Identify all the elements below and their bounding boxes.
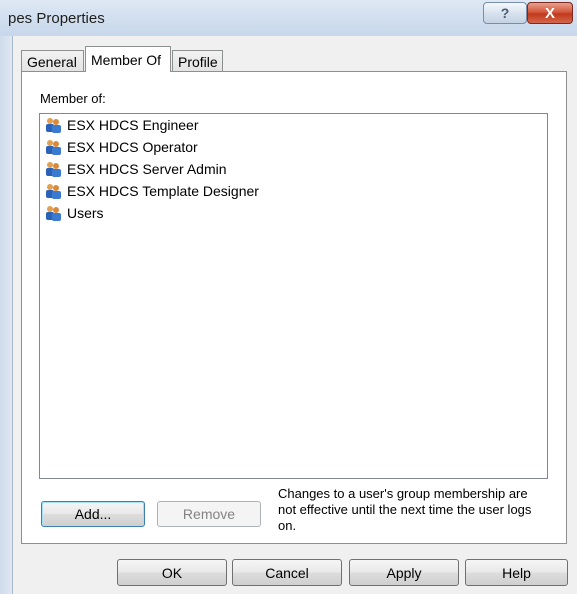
add-button[interactable]: Add... <box>41 501 145 527</box>
group-name: ESX HDCS Template Designer <box>67 183 259 199</box>
group-name: ESX HDCS Engineer <box>67 117 199 133</box>
group-icon <box>46 140 61 155</box>
group-icon <box>46 206 61 221</box>
list-item[interactable]: ESX HDCS Operator <box>40 136 547 158</box>
window-frame <box>0 36 13 594</box>
group-name: Users <box>67 205 104 221</box>
help-dialog-button[interactable]: Help <box>465 559 568 586</box>
tab-general-label: General <box>27 54 77 70</box>
list-item[interactable]: ESX HDCS Engineer <box>40 114 547 136</box>
remove-button[interactable]: Remove <box>157 501 261 527</box>
group-icon <box>46 184 61 199</box>
tab-member-of-label: Member Of <box>91 52 162 68</box>
group-icon <box>46 118 61 133</box>
remove-button-label: Remove <box>182 506 236 522</box>
cancel-button[interactable]: Cancel <box>232 559 342 586</box>
ok-button-label: OK <box>161 564 183 581</box>
add-button-label: Add... <box>74 506 112 522</box>
cancel-button-label: Cancel <box>265 564 309 581</box>
tab-general[interactable]: General <box>21 50 84 72</box>
apply-button[interactable]: Apply <box>349 559 459 586</box>
list-item[interactable]: ESX HDCS Template Designer <box>40 180 547 202</box>
member-of-label: Member of: <box>40 91 106 106</box>
close-icon: X <box>544 4 555 22</box>
help-button[interactable]: ? <box>483 2 527 24</box>
help-button-label: Help <box>502 564 531 581</box>
group-name: ESX HDCS Operator <box>67 139 198 155</box>
list-item[interactable]: ESX HDCS Server Admin <box>40 158 547 180</box>
group-icon <box>46 162 61 177</box>
group-name: ESX HDCS Server Admin <box>67 161 227 177</box>
tab-profile-label: Profile <box>178 54 218 70</box>
list-item[interactable]: Users <box>40 202 547 224</box>
member-of-list[interactable]: ESX HDCS Engineer ESX HDCS Operator ESX … <box>39 113 548 479</box>
ok-button[interactable]: OK <box>117 559 227 586</box>
help-icon: ? <box>500 5 510 21</box>
window-title: pes Properties <box>8 10 105 27</box>
title-bar[interactable]: pes Properties ? X <box>0 0 577 37</box>
apply-button-label: Apply <box>386 564 422 581</box>
tab-member-of[interactable]: Member Of <box>85 46 171 72</box>
tab-profile[interactable]: Profile <box>172 50 223 72</box>
close-button[interactable]: X <box>527 2 573 24</box>
membership-note: Changes to a user's group membership are… <box>278 486 532 533</box>
